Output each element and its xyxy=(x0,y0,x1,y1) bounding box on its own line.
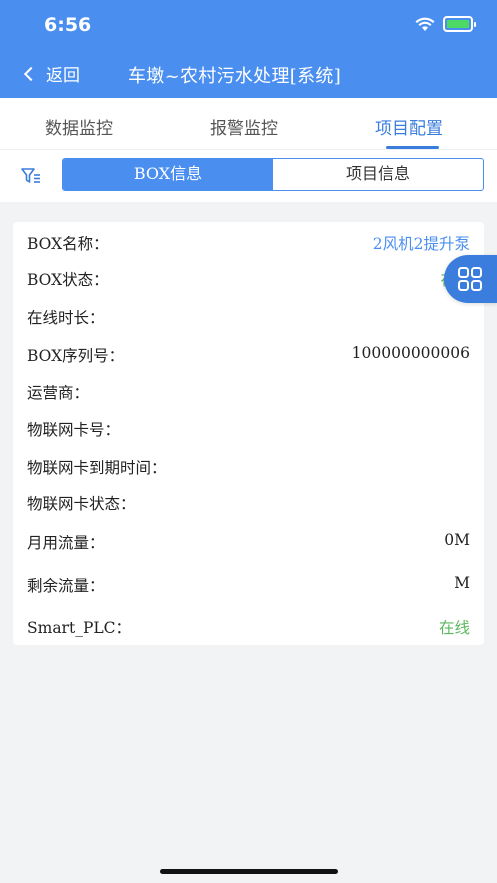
list-item: 剩余流量： M xyxy=(27,570,470,598)
tab-project-config[interactable]: 项目配置 xyxy=(375,114,443,139)
monthly-traffic-label: 月用流量： xyxy=(27,534,105,552)
tab-alarm-monitor[interactable]: 报警监控 xyxy=(210,114,278,139)
filter-row: BOX信息 项目信息 xyxy=(0,150,497,202)
iot-card-number-label: 物联网卡号： xyxy=(27,421,121,439)
page-title: 车墩~农村污水处理[系统] xyxy=(128,66,342,87)
back-button[interactable]: 返回 xyxy=(23,61,80,86)
box-serial-value: 100000000006 xyxy=(351,344,470,362)
home-indicator xyxy=(160,869,338,874)
list-item: 运营商： xyxy=(27,377,470,405)
wifi-icon xyxy=(415,17,435,31)
active-tab-indicator xyxy=(386,146,439,149)
list-item: 物联网卡状态： xyxy=(27,488,470,516)
status-icons xyxy=(415,16,476,32)
box-info-card: BOX名称： 2风机2提升泵 BOX状态： 在 在线时长： BOX序列号： 10… xyxy=(13,222,484,645)
online-duration-label: 在线时长： xyxy=(27,309,105,327)
monthly-traffic-value: 0M xyxy=(444,531,470,549)
info-segment-control: BOX信息 项目信息 xyxy=(62,158,484,191)
list-item: BOX状态： 在 xyxy=(27,264,470,292)
filter-icon[interactable] xyxy=(20,166,42,186)
carrier-label: 运营商： xyxy=(27,384,90,402)
status-time: 6:56 xyxy=(44,14,92,36)
smart-plc-label: Smart_PLC： xyxy=(27,619,132,637)
list-item: BOX序列号： 100000000006 xyxy=(27,340,470,368)
list-item: BOX名称： 2风机2提升泵 xyxy=(27,228,470,256)
segment-box-info[interactable]: BOX信息 xyxy=(63,159,273,190)
chevron-left-icon xyxy=(23,66,39,81)
smart-plc-status-value: 在线 xyxy=(438,619,470,637)
box-status-label: BOX状态： xyxy=(27,271,109,289)
back-label: 返回 xyxy=(46,66,80,86)
grid-icon xyxy=(458,267,482,291)
tab-bar: 数据监控 报警监控 项目配置 xyxy=(0,98,497,150)
iot-card-expiry-label: 物联网卡到期时间： xyxy=(27,459,167,477)
box-serial-label: BOX序列号： xyxy=(27,347,125,365)
box-name-value[interactable]: 2风机2提升泵 xyxy=(373,232,470,254)
iot-card-status-label: 物联网卡状态： xyxy=(27,495,136,513)
battery-charging-icon xyxy=(443,16,476,32)
app-header: 6:56 返回 车墩~农村污水处理[系统] xyxy=(0,0,497,98)
remaining-traffic-label: 剩余流量： xyxy=(27,577,105,595)
status-bar: 6:56 xyxy=(0,0,497,50)
list-item: 物联网卡号： xyxy=(27,414,470,442)
nav-bar: 返回 车墩~农村污水处理[系统] xyxy=(0,55,497,95)
segment-project-info[interactable]: 项目信息 xyxy=(273,159,483,190)
remaining-traffic-value: M xyxy=(454,574,470,592)
list-item: 在线时长： xyxy=(27,302,470,330)
float-menu-button[interactable] xyxy=(444,255,497,303)
list-item: 月用流量： 0M xyxy=(27,527,470,555)
box-name-label: BOX名称： xyxy=(27,235,109,253)
tab-data-monitor[interactable]: 数据监控 xyxy=(45,114,113,139)
list-item: 物联网卡到期时间： xyxy=(27,452,470,480)
list-item: Smart_PLC： 在线 xyxy=(27,612,470,640)
